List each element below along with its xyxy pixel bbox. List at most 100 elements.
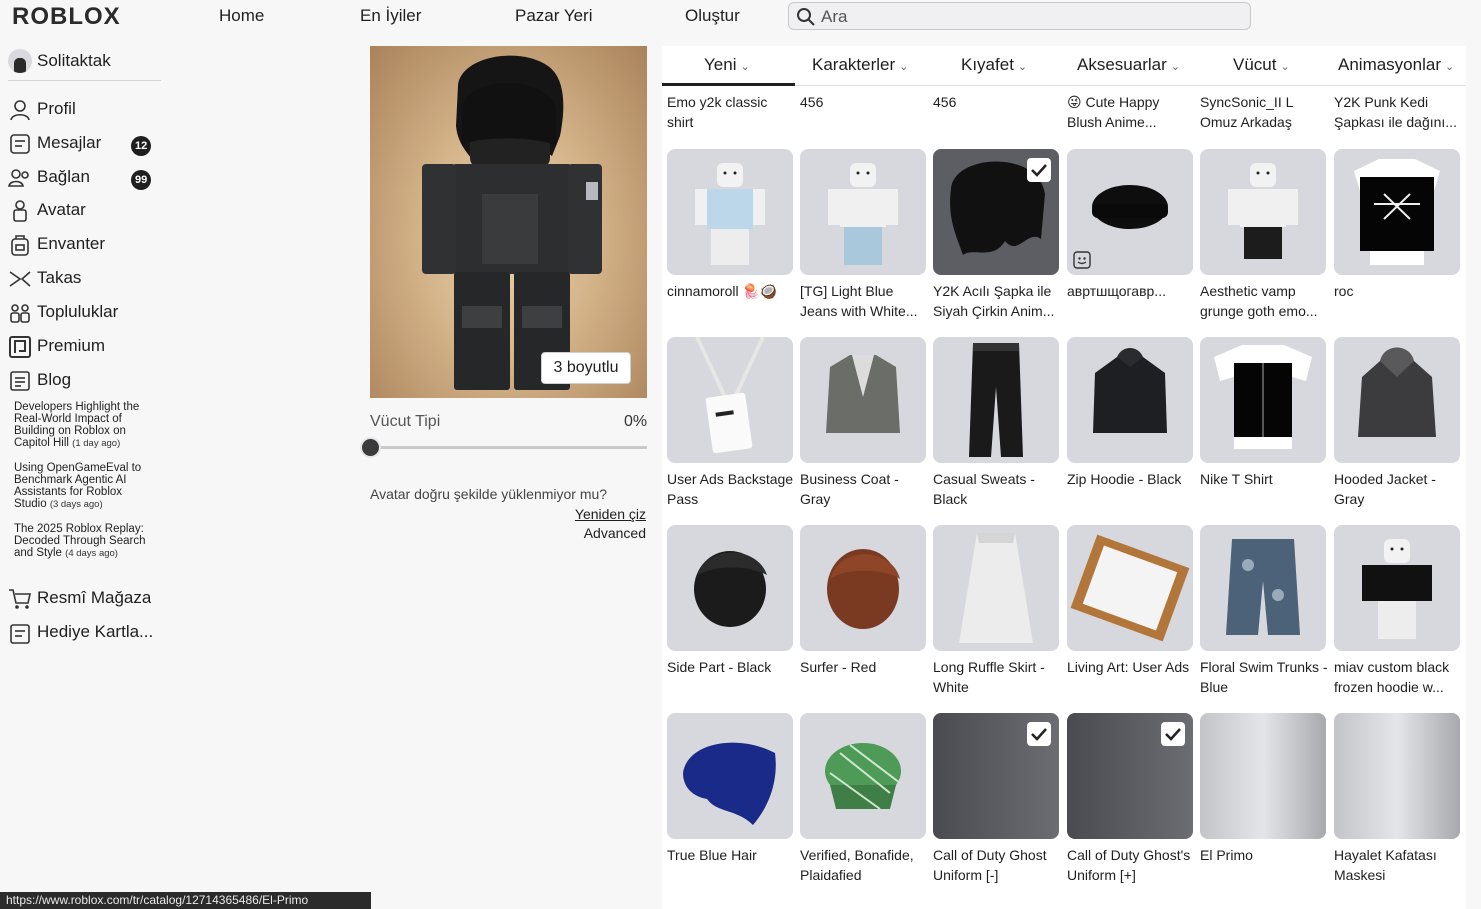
blog-post[interactable]: Developers Highlight the Real-World Impa… xyxy=(14,401,154,450)
item-name[interactable]: 456 xyxy=(800,92,928,132)
item-thumbnail[interactable] xyxy=(1200,337,1326,463)
item-thumbnail[interactable] xyxy=(667,337,793,463)
tab-accessories[interactable]: Aksesuarlar ⌄ xyxy=(1077,55,1180,75)
sidebar-item-label: Takas xyxy=(37,268,82,287)
item-thumbnail[interactable] xyxy=(1200,525,1326,651)
item-thumbnail[interactable] xyxy=(933,337,1059,463)
item-thumbnail[interactable] xyxy=(1200,149,1326,275)
search-input[interactable] xyxy=(821,6,1241,28)
sidebar-item-gift-card[interactable]: Hediye Kartla... xyxy=(8,618,168,646)
search-icon xyxy=(797,8,815,26)
sidebar-user[interactable]: Solitaktak xyxy=(8,47,161,81)
item-name[interactable]: [TG] Light Blue Jeans with White... xyxy=(800,281,928,321)
blog-post[interactable]: Using OpenGameEval to Benchmark Agentic … xyxy=(14,462,154,511)
item-name[interactable]: 😜 Cute Happy Blush Anime... xyxy=(1067,92,1195,132)
item-name[interactable]: SyncSonic_II L Omuz Arkadaş xyxy=(1200,92,1328,132)
item-name[interactable]: Side Part - Black xyxy=(667,657,795,697)
sidebar-item-premium[interactable]: Premium xyxy=(8,332,168,360)
sidebar-item-store[interactable]: Resmî Mağaza xyxy=(8,584,168,612)
item-name[interactable]: User Ads Backstage Pass xyxy=(667,469,795,509)
tab-characters[interactable]: Karakterler ⌄ xyxy=(812,55,908,75)
nav-charts[interactable]: En İyiler xyxy=(360,6,421,26)
chevron-down-icon: ⌄ xyxy=(1445,61,1455,73)
item-thumbnail-art xyxy=(1214,345,1312,449)
item-thumbnail[interactable] xyxy=(933,525,1059,651)
item-thumbnail[interactable] xyxy=(1067,713,1193,839)
item-name[interactable]: Casual Sweats - Black xyxy=(933,469,1061,509)
body-type-slider-track[interactable] xyxy=(370,446,647,449)
item-thumbnail[interactable] xyxy=(667,149,793,275)
sidebar-item-friends[interactable]: Bağlan 99 xyxy=(8,163,168,191)
item-thumbnail[interactable] xyxy=(1067,149,1193,275)
item-name[interactable]: авртшщогавр... xyxy=(1067,281,1195,321)
nav-create[interactable]: Oluştur xyxy=(685,6,740,26)
advanced-link[interactable]: Advanced xyxy=(584,525,646,541)
item-name[interactable]: Zip Hoodie - Black xyxy=(1067,469,1195,509)
item-name[interactable]: True Blue Hair xyxy=(667,845,795,885)
item-name[interactable]: roc xyxy=(1334,281,1462,321)
item-thumbnail[interactable] xyxy=(667,713,793,839)
item-name[interactable]: Surfer - Red xyxy=(800,657,928,697)
item-thumbnail[interactable] xyxy=(1067,525,1193,651)
item-thumbnail[interactable] xyxy=(800,149,926,275)
item-name[interactable]: Living Art: User Ads xyxy=(1067,657,1195,697)
item-name[interactable]: miav custom black frozen hoodie w... xyxy=(1334,657,1462,697)
sidebar-item-label: Mesajlar xyxy=(37,133,102,152)
item-thumbnail-art xyxy=(1354,159,1440,265)
sidebar-item-groups[interactable]: Topluluklar xyxy=(8,298,168,326)
item-thumbnail[interactable] xyxy=(1334,149,1460,275)
item-name[interactable]: Business Coat - Gray xyxy=(800,469,928,509)
view-3d-button[interactable]: 3 boyutlu xyxy=(541,352,631,384)
item-thumbnail[interactable] xyxy=(1067,337,1193,463)
sidebar-item-message[interactable]: Mesajlar 12 xyxy=(8,129,168,157)
tab-new[interactable]: Yeni ⌄ xyxy=(704,55,750,75)
blog-post[interactable]: The 2025 Roblox Replay: Decoded Through … xyxy=(14,523,154,560)
item-name[interactable]: Emo y2k classic shirt xyxy=(667,92,795,132)
item-name[interactable]: Call of Duty Ghost Uniform [-] xyxy=(933,845,1061,885)
selected-check xyxy=(1027,158,1051,182)
tab-clothing[interactable]: Kıyafet ⌄ xyxy=(961,55,1027,75)
item-thumbnail[interactable] xyxy=(1334,337,1460,463)
tab-body[interactable]: Vücut ⌄ xyxy=(1233,55,1290,75)
item-name[interactable]: 456 xyxy=(933,92,1061,132)
sidebar-item-user[interactable]: Profil xyxy=(8,95,168,123)
item-name[interactable]: Long Ruffle Skirt - White xyxy=(933,657,1061,697)
notification-badge: 99 xyxy=(131,170,152,190)
redraw-link[interactable]: Yeniden çiz xyxy=(575,506,646,522)
item-thumbnail-art xyxy=(1228,163,1298,259)
item-thumbnail-art xyxy=(1226,539,1300,635)
item-name[interactable]: Nike T Shirt xyxy=(1200,469,1328,509)
roblox-logo[interactable]: ROBLOX xyxy=(12,3,121,31)
avatar-icon xyxy=(13,200,27,222)
item-thumbnail-art xyxy=(1070,534,1190,642)
sidebar-item-avatar[interactable]: Avatar xyxy=(8,196,168,224)
item-thumbnail[interactable] xyxy=(1334,713,1460,839)
item-thumbnail[interactable] xyxy=(800,713,926,839)
tab-animations[interactable]: Animasyonlar ⌄ xyxy=(1338,55,1454,75)
item-name[interactable]: Floral Swim Trunks - Blue xyxy=(1200,657,1328,697)
item-name[interactable]: Verified, Bonafide, Plaidafied xyxy=(800,845,928,885)
item-thumbnail[interactable] xyxy=(1200,713,1326,839)
item-name[interactable]: cinnamoroll 🪼🥥 xyxy=(667,281,795,321)
chevron-down-icon: ⌄ xyxy=(740,61,750,73)
item-name[interactable]: Call of Duty Ghost's Uniform [+] xyxy=(1067,845,1195,885)
item-name[interactable]: Y2K Acılı Şapka ile Siyah Çirkin Anim... xyxy=(933,281,1061,321)
avatar-preview[interactable] xyxy=(370,46,647,398)
item-thumbnail[interactable] xyxy=(933,713,1059,839)
item-thumbnail[interactable] xyxy=(933,149,1059,275)
sidebar-item-trade[interactable]: Takas xyxy=(8,264,168,292)
item-thumbnail[interactable] xyxy=(667,525,793,651)
item-thumbnail[interactable] xyxy=(800,525,926,651)
sidebar-item-blog[interactable]: Blog xyxy=(8,366,168,394)
body-type-slider-thumb[interactable] xyxy=(360,437,381,458)
nav-marketplace[interactable]: Pazar Yeri xyxy=(515,6,593,26)
item-name[interactable]: Y2K Punk Kedi Şapkası ile dağını... xyxy=(1334,92,1462,132)
item-name[interactable]: Hooded Jacket - Gray xyxy=(1334,469,1462,509)
sidebar-item-inventory[interactable]: Envanter xyxy=(8,230,168,258)
item-name[interactable]: Hayalet Kafatası Maskesi xyxy=(1334,845,1462,885)
item-thumbnail[interactable] xyxy=(1334,525,1460,651)
item-name[interactable]: Aesthetic vamp grunge goth emo... xyxy=(1200,281,1328,321)
item-name[interactable]: El Primo xyxy=(1200,845,1328,885)
nav-home[interactable]: Home xyxy=(219,6,264,26)
item-thumbnail[interactable] xyxy=(800,337,926,463)
